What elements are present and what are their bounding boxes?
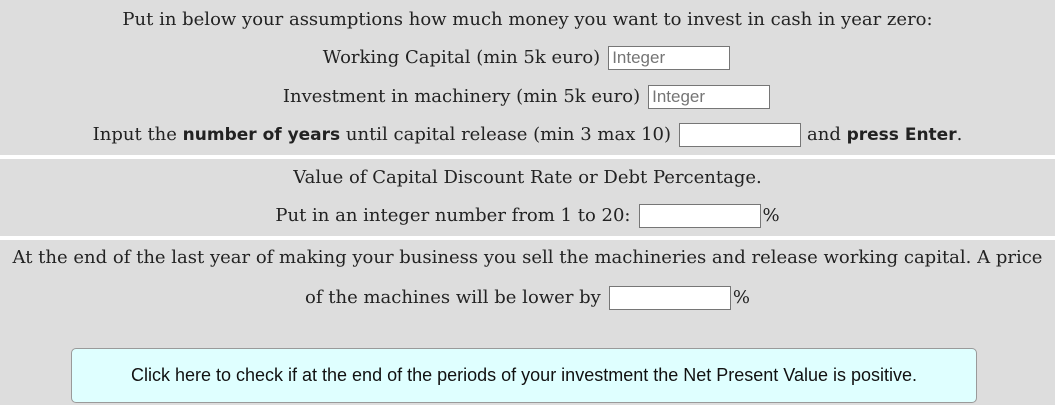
years-row: Input the number of years until capital … bbox=[0, 123, 1055, 147]
discount-title: Value of Capital Discount Rate or Debt P… bbox=[293, 167, 762, 188]
machinery-row: Investment in machinery (min 5k euro) bbox=[0, 85, 1055, 109]
discount-percent-sign: % bbox=[762, 205, 780, 226]
years-label-suffix: until capital release (min 3 max 10) bbox=[340, 124, 672, 145]
years-period: . bbox=[956, 124, 963, 145]
check-npv-button[interactable]: Click here to check if at the end of the… bbox=[71, 348, 977, 403]
discount-label: Put in an integer number from 1 to 20: bbox=[275, 205, 631, 226]
machinery-input[interactable] bbox=[648, 85, 771, 109]
years-label-prefix: Input the bbox=[92, 124, 183, 145]
working-capital-row: Working Capital (min 5k euro) bbox=[0, 46, 1055, 70]
discount-row: Put in an integer number from 1 to 20:% bbox=[0, 204, 1055, 228]
machinery-label: Investment in machinery (min 5k euro) bbox=[282, 86, 641, 107]
assumptions-panel: Put in below your assumptions how much m… bbox=[0, 0, 1055, 155]
release-label: of the machines will be lower by bbox=[305, 287, 601, 308]
release-percent-sign: % bbox=[732, 287, 750, 308]
years-input[interactable] bbox=[679, 123, 802, 147]
working-capital-input[interactable] bbox=[608, 46, 731, 70]
press-enter-text: press Enter bbox=[846, 125, 957, 145]
working-capital-label: Working Capital (min 5k euro) bbox=[322, 47, 601, 68]
discount-rate-input[interactable] bbox=[638, 204, 761, 228]
years-and-text: and bbox=[807, 124, 847, 145]
release-row: of the machines will be lower by% bbox=[0, 286, 1055, 310]
assumptions-intro: Put in below your assumptions how much m… bbox=[122, 9, 933, 30]
discount-panel: Value of Capital Discount Rate or Debt P… bbox=[0, 159, 1055, 236]
price-reduction-input[interactable] bbox=[608, 286, 731, 310]
release-description: At the end of the last year of making yo… bbox=[12, 247, 1043, 268]
years-label-bold: number of years bbox=[182, 125, 341, 145]
